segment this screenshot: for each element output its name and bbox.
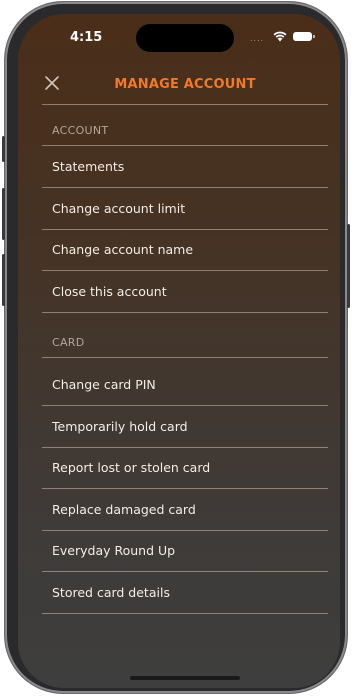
status-time: 4:15 xyxy=(70,30,103,45)
menu-item-close-account[interactable]: Close this account xyxy=(42,271,328,313)
volume-up-button xyxy=(2,188,5,240)
menu-item-replace-damaged-card[interactable]: Replace damaged card xyxy=(42,489,328,531)
dynamic-island xyxy=(136,24,234,52)
menu-item-label: Change card PIN xyxy=(52,377,156,392)
home-indicator[interactable] xyxy=(130,676,240,680)
menu-item-label: Stored card details xyxy=(52,585,170,600)
menu-item-label: Close this account xyxy=(52,284,167,299)
menu-item-change-account-limit[interactable]: Change account limit xyxy=(42,188,328,230)
menu-item-label: Statements xyxy=(52,159,125,174)
screen: 4:15 .... MANAGE ACCOUNT ACCOUNT Stateme… xyxy=(18,14,340,688)
action-button xyxy=(2,136,5,162)
wifi-icon xyxy=(273,31,287,42)
signal-icon: .... xyxy=(250,34,265,43)
section-title: ACCOUNT xyxy=(52,124,109,137)
menu-item-label: Replace damaged card xyxy=(52,502,196,517)
volume-down-button xyxy=(2,254,5,306)
battery-icon xyxy=(293,32,315,41)
nav-header: MANAGE ACCOUNT xyxy=(42,66,328,105)
menu-item-change-account-name[interactable]: Change account name xyxy=(42,229,328,271)
menu-item-label: Report lost or stolen card xyxy=(52,460,211,475)
menu-item-label: Change account name xyxy=(52,242,194,257)
menu-item-temporarily-hold-card[interactable]: Temporarily hold card xyxy=(42,406,328,448)
power-button xyxy=(347,224,350,308)
menu-item-report-lost-stolen-card[interactable]: Report lost or stolen card xyxy=(42,447,328,489)
menu-item-label: Temporarily hold card xyxy=(52,419,188,434)
menu-item-everyday-round-up[interactable]: Everyday Round Up xyxy=(42,530,328,572)
menu-item-label: Change account limit xyxy=(52,201,186,216)
phone-frame: 4:15 .... MANAGE ACCOUNT ACCOUNT Stateme… xyxy=(2,2,350,693)
menu-item-statements[interactable]: Statements xyxy=(42,146,328,188)
section-title: CARD xyxy=(52,336,85,349)
status-bar: 4:15 .... xyxy=(18,14,340,60)
page-title: MANAGE ACCOUNT xyxy=(114,77,256,92)
menu-item-label: Everyday Round Up xyxy=(52,543,176,558)
section-header-account: ACCOUNT xyxy=(42,105,328,146)
menu-item-stored-card-details[interactable]: Stored card details xyxy=(42,572,328,614)
section-header-card: CARD xyxy=(42,313,328,358)
menu-item-change-card-pin[interactable]: Change card PIN xyxy=(42,364,328,406)
